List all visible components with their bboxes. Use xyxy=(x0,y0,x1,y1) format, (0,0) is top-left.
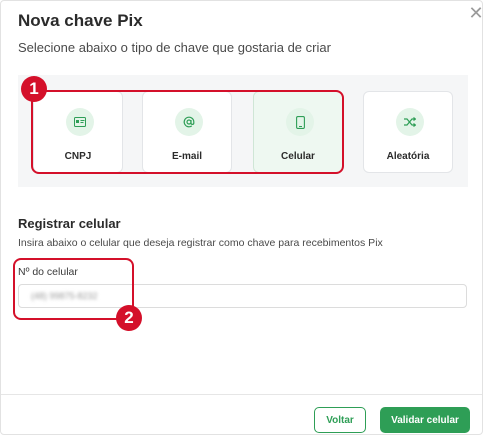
shuffle-icon xyxy=(396,108,424,136)
new-pix-key-modal: Nova chave Pix ✕ Selecione abaixo o tipo… xyxy=(0,0,484,435)
validate-phone-button[interactable]: Validar celular xyxy=(380,407,470,433)
footer-divider xyxy=(1,394,482,395)
close-icon[interactable]: ✕ xyxy=(468,4,484,22)
annotation-badge-2: 2 xyxy=(116,305,142,331)
section-title: Registrar celular xyxy=(18,216,121,231)
modal-subtitle: Selecione abaixo o tipo de chave que gos… xyxy=(18,40,331,55)
highlight-box-phone xyxy=(13,258,134,320)
key-type-random[interactable]: Aleatória xyxy=(363,91,453,173)
highlight-box-options xyxy=(31,90,344,174)
section-description: Insira abaixo o celular que deseja regis… xyxy=(18,237,383,249)
annotation-badge-1: 1 xyxy=(21,76,47,102)
modal-title: Nova chave Pix xyxy=(18,11,143,30)
back-button[interactable]: Voltar xyxy=(314,407,366,433)
key-type-label: Aleatória xyxy=(386,151,430,162)
